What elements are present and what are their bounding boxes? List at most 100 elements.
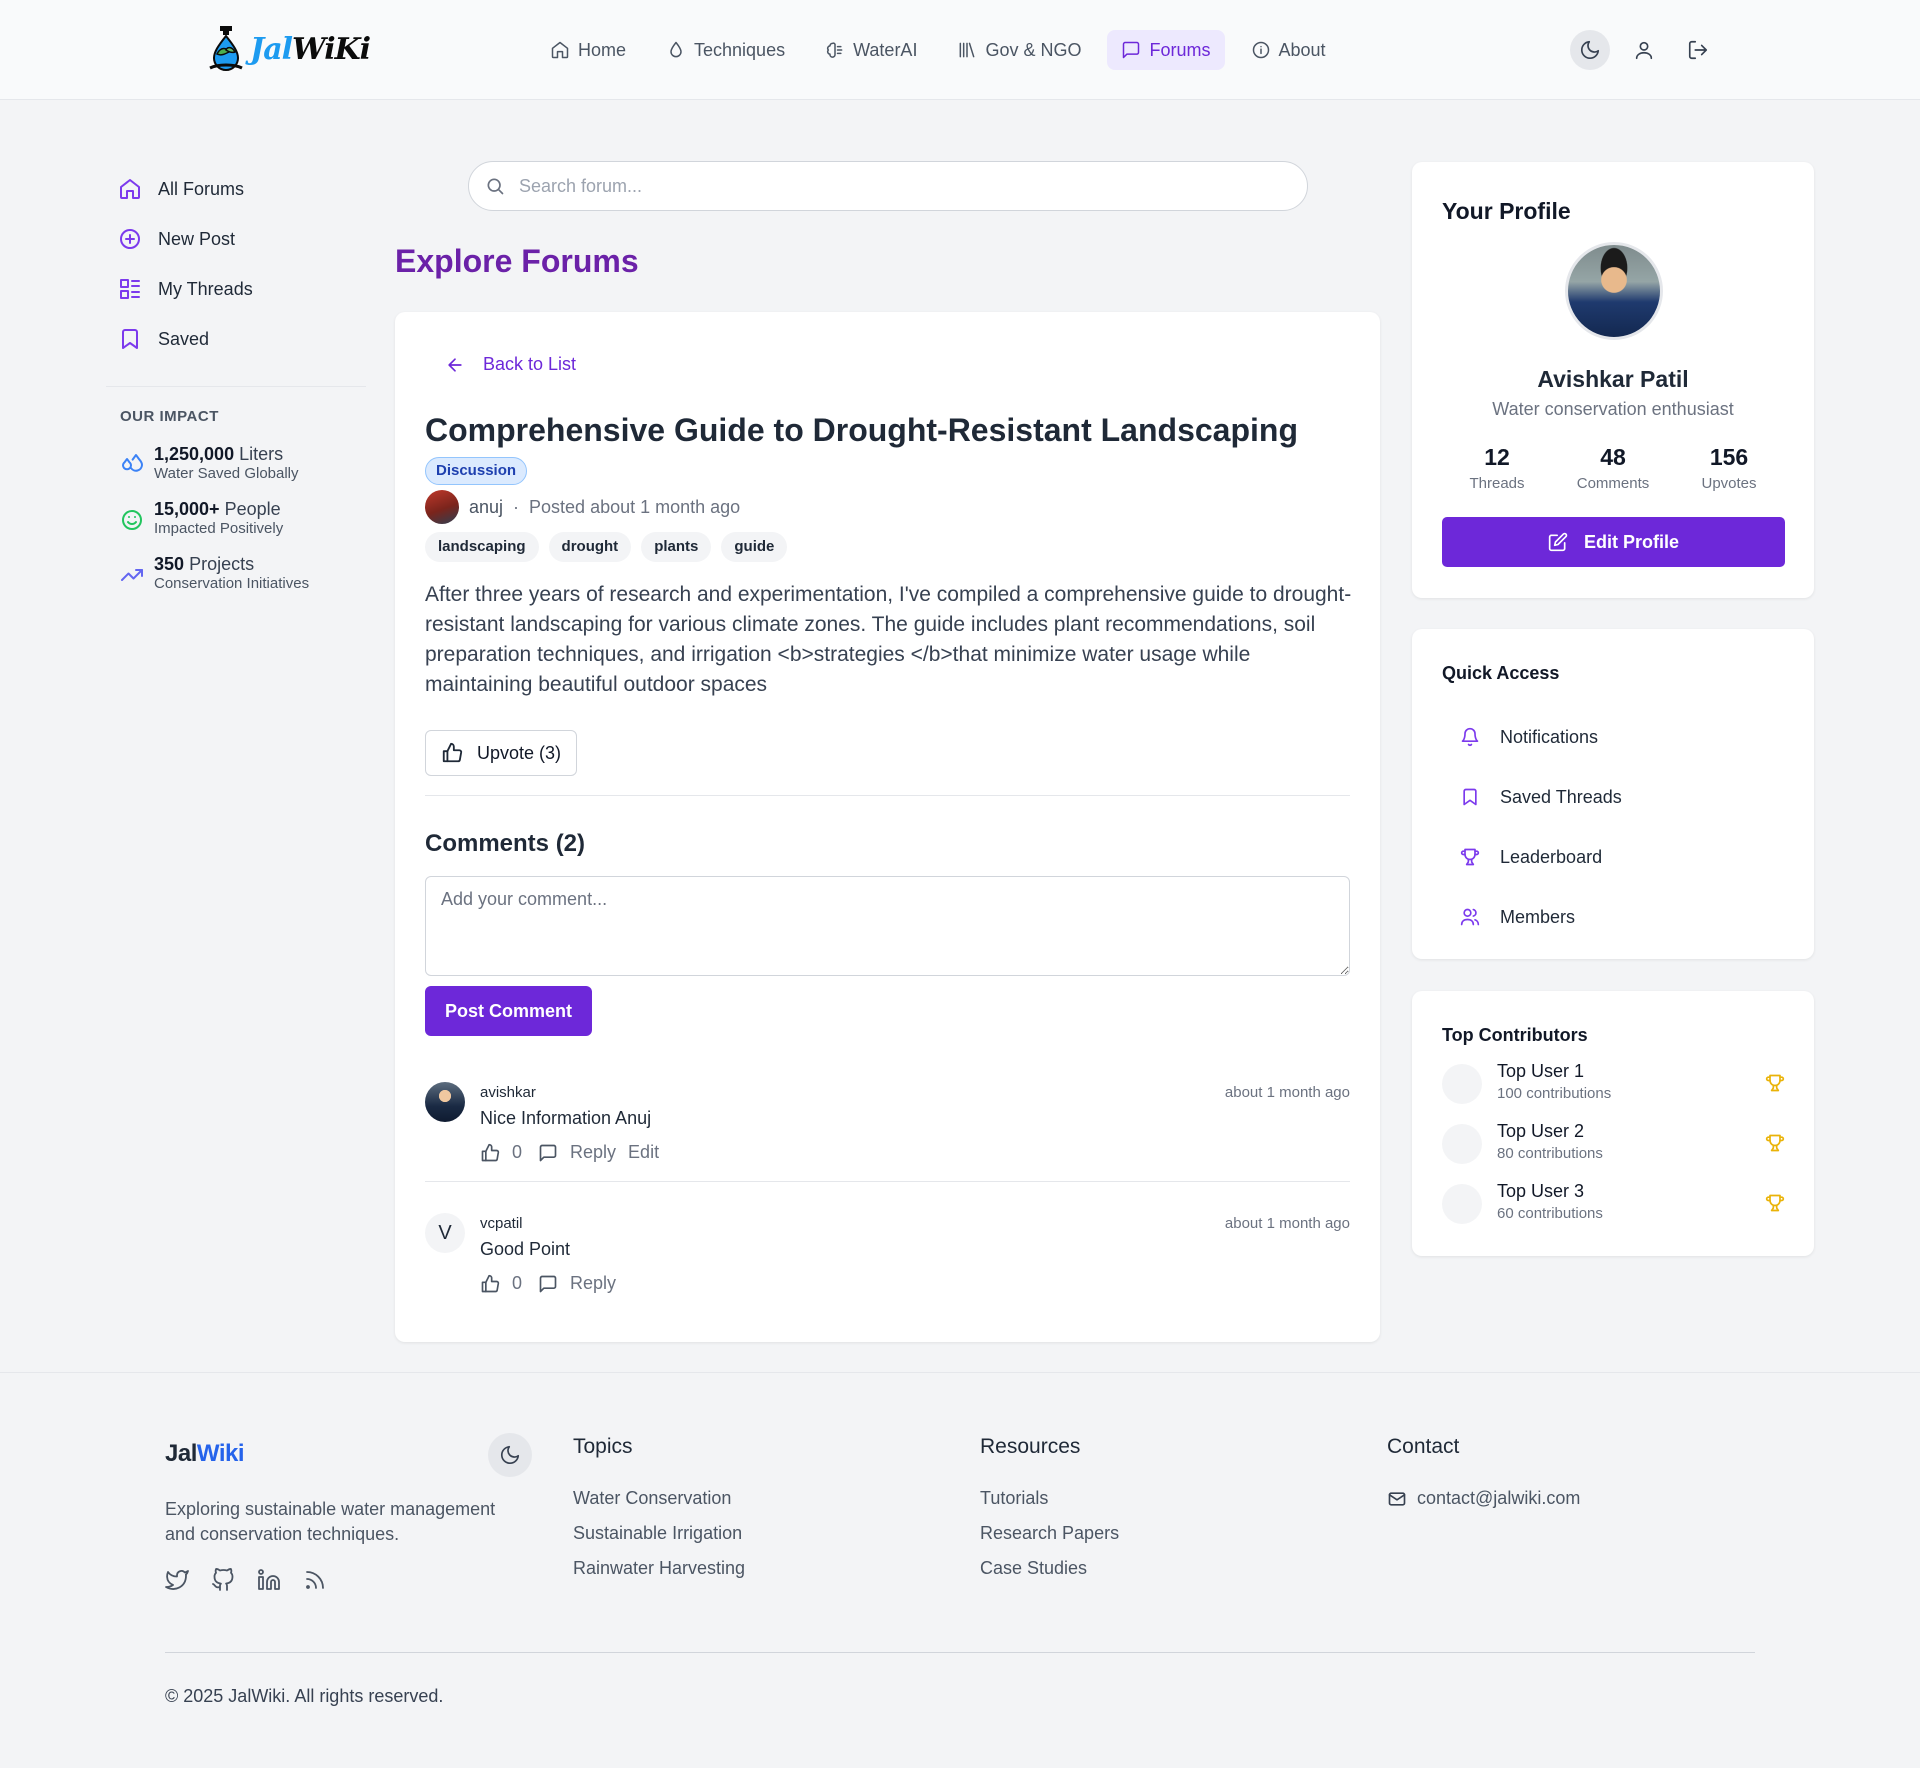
- contributor-count: 80 contributions: [1497, 1145, 1603, 1162]
- quick-link-members[interactable]: Members: [1460, 887, 1622, 947]
- forum-search[interactable]: [468, 161, 1308, 211]
- twitter-icon[interactable]: [165, 1568, 189, 1592]
- footer-brand[interactable]: JalWiki: [165, 1440, 245, 1468]
- nav-about[interactable]: About: [1237, 30, 1340, 70]
- impact-number: 1,250,000: [154, 444, 235, 464]
- edit-button[interactable]: Edit: [628, 1142, 659, 1163]
- author-avatar[interactable]: [425, 490, 459, 524]
- footer-link[interactable]: Rainwater Harvesting: [573, 1551, 745, 1586]
- sidebar-item-new-post[interactable]: New Post: [118, 214, 253, 264]
- rss-icon[interactable]: [303, 1568, 327, 1592]
- quick-access-list: Notifications Saved Threads Leaderboard …: [1460, 707, 1622, 947]
- footer-link[interactable]: Water Conservation: [573, 1481, 745, 1516]
- comment-divider: [425, 1181, 1350, 1182]
- comments-heading: Comments (2): [425, 830, 586, 857]
- tag-plants[interactable]: plants: [641, 532, 712, 562]
- thumbs-up-icon[interactable]: [480, 1143, 500, 1163]
- nav-forums[interactable]: Forums: [1107, 30, 1225, 70]
- quick-link-saved-threads[interactable]: Saved Threads: [1460, 767, 1622, 827]
- tag-drought[interactable]: drought: [548, 532, 632, 562]
- impact-item: 15,000+ People Impacted Positively: [120, 498, 309, 553]
- theme-toggle-button[interactable]: [1570, 30, 1610, 70]
- header-actions: [1570, 30, 1718, 70]
- top-contributors-card: Top Contributors Top User 1 100 contribu…: [1412, 991, 1814, 1256]
- footer-brand-a: Jal: [165, 1440, 197, 1467]
- edit-profile-button[interactable]: Edit Profile: [1442, 517, 1785, 567]
- footer-brand-b: Wiki: [196, 1440, 245, 1467]
- footer-link[interactable]: Case Studies: [980, 1551, 1119, 1586]
- footer-theme-toggle[interactable]: [488, 1433, 532, 1477]
- logout-button[interactable]: [1678, 30, 1718, 70]
- divider: [425, 795, 1350, 796]
- stat-label: Threads: [1469, 475, 1525, 492]
- footer-description: Exploring sustainable water management a…: [165, 1499, 496, 1544]
- comment-author[interactable]: vcpatil: [480, 1215, 523, 1232]
- tag-guide[interactable]: guide: [721, 532, 788, 562]
- comment-actions: 0 Reply Edit: [480, 1142, 659, 1163]
- top-contributors-title: Top Contributors: [1442, 1025, 1588, 1045]
- impact-number: 350: [154, 554, 185, 574]
- sidebar-item-label: All Forums: [158, 178, 245, 199]
- nav-gov-ngo[interactable]: Gov & NGO: [943, 30, 1095, 70]
- reply-button[interactable]: Reply: [570, 1273, 616, 1294]
- footer-link[interactable]: Research Papers: [980, 1516, 1119, 1551]
- message-square-icon[interactable]: [538, 1143, 558, 1163]
- post-detail-card: Back to List Comprehensive Guide to Drou…: [395, 312, 1380, 1342]
- contributor-item[interactable]: Top User 3 60 contributions: [1442, 1181, 1785, 1241]
- tag-landscaping[interactable]: landscaping: [425, 532, 539, 562]
- impact-number: 15,000+: [154, 499, 220, 519]
- droplets-icon: [122, 454, 143, 472]
- comment-author[interactable]: avishkar: [480, 1084, 536, 1101]
- quick-access-card: Quick Access Notifications Saved Threads…: [1412, 629, 1814, 959]
- profile-card-title: Your Profile: [1442, 198, 1571, 224]
- nav-waterai[interactable]: WaterAI: [811, 30, 931, 70]
- upvote-button[interactable]: Upvote (3): [425, 730, 578, 776]
- stat-value: 156: [1709, 444, 1749, 470]
- nav-techniques[interactable]: Techniques: [652, 30, 799, 70]
- sidebar-item-my-threads[interactable]: My Threads: [118, 264, 253, 314]
- profile-button[interactable]: [1624, 30, 1664, 70]
- footer-email-link[interactable]: contact@jalwiki.com: [1387, 1481, 1580, 1516]
- nav-home[interactable]: Home: [536, 30, 640, 70]
- jalwiki-logo[interactable]: JalWiKi: [206, 22, 371, 76]
- logout-icon: [1688, 40, 1708, 60]
- impact-item: 1,250,000 Liters Water Saved Globally: [120, 443, 309, 498]
- search-input[interactable]: [519, 175, 1279, 197]
- back-to-list-link[interactable]: Back to List: [445, 354, 576, 375]
- edit-profile-label: Edit Profile: [1583, 531, 1679, 552]
- comment-actions: 0 Reply: [480, 1273, 616, 1294]
- moon-icon: [500, 1445, 520, 1465]
- users-icon: [1460, 908, 1480, 926]
- nav-about-label: About: [1278, 39, 1326, 60]
- linkedin-icon[interactable]: [257, 1568, 281, 1592]
- footer-link[interactable]: Tutorials: [980, 1481, 1119, 1516]
- avatar: [1442, 1124, 1482, 1164]
- avatar[interactable]: [1565, 242, 1663, 340]
- footer-email: contact@jalwiki.com: [1417, 1488, 1581, 1508]
- post-meta: anuj · Posted about 1 month ago: [425, 490, 740, 524]
- avatar[interactable]: V: [425, 1213, 465, 1253]
- comment-textarea[interactable]: [425, 876, 1350, 976]
- contributor-item[interactable]: Top User 1 100 contributions: [1442, 1061, 1785, 1121]
- quick-link-leaderboard[interactable]: Leaderboard: [1460, 827, 1622, 887]
- github-icon[interactable]: [211, 1568, 235, 1592]
- quick-link-notifications[interactable]: Notifications: [1460, 707, 1622, 767]
- avatar[interactable]: [425, 1082, 465, 1122]
- thumbs-up-icon[interactable]: [480, 1274, 500, 1294]
- footer-resources: Resources Tutorials Research Papers Case…: [980, 1435, 1119, 1586]
- contributor-item[interactable]: Top User 2 80 contributions: [1442, 1121, 1785, 1181]
- trending-up-icon: [121, 569, 143, 581]
- reply-button[interactable]: Reply: [570, 1142, 616, 1163]
- top-contributors-list: Top User 1 100 contributions Top User 2 …: [1442, 1061, 1785, 1241]
- footer-link[interactable]: Sustainable Irrigation: [573, 1516, 745, 1551]
- author-name[interactable]: anuj: [469, 497, 503, 518]
- nav-waterai-label: WaterAI: [853, 39, 918, 60]
- impact-value: 1,250,000 Liters: [154, 443, 299, 465]
- info-icon: [1252, 41, 1269, 59]
- message-square-icon[interactable]: [538, 1274, 558, 1294]
- sidebar-item-all-forums[interactable]: All Forums: [118, 164, 253, 214]
- quick-link-label: Notifications: [1500, 726, 1599, 747]
- sidebar-item-saved[interactable]: Saved: [118, 314, 253, 364]
- smile-icon: [122, 510, 142, 530]
- post-comment-button[interactable]: Post Comment: [425, 986, 593, 1036]
